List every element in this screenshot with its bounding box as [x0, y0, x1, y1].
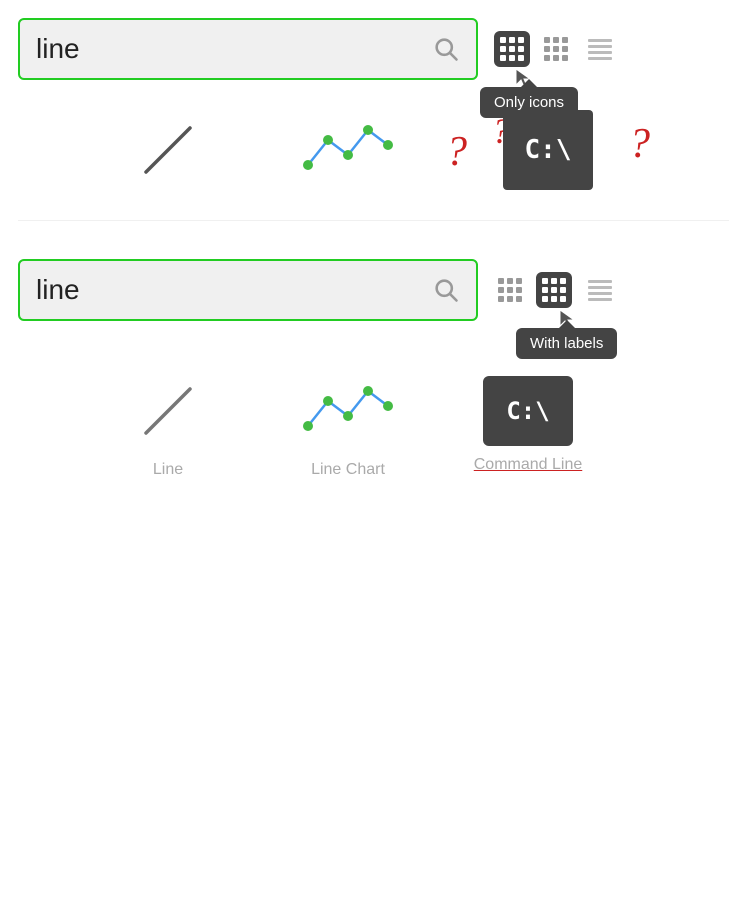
grid-icon-medium-2 — [542, 278, 566, 302]
line-icon-1 — [128, 110, 208, 190]
grid-icon-dense — [500, 37, 524, 61]
list-icon-1 — [586, 35, 614, 63]
with-labels-btn-wrapper: With labels — [536, 272, 572, 308]
search-row-1: Only icons — [18, 18, 729, 80]
grid-icon-dense-2 — [498, 278, 522, 302]
icons-only-btn-wrapper: Only icons — [494, 31, 530, 67]
cmd-label: Command Line — [474, 456, 583, 474]
tooltip-with-labels: With labels — [516, 328, 617, 359]
cmd-box-1: C:\ — [503, 110, 593, 190]
cmd-box-2: C:\ — [483, 376, 573, 446]
line-chart-icon-1 — [298, 110, 398, 190]
search-box-2[interactable] — [18, 259, 478, 321]
section-divider — [18, 220, 729, 221]
line-icon-2 — [128, 371, 208, 451]
search-icon-1 — [432, 35, 460, 63]
list-icon-2 — [586, 276, 614, 304]
line-chart-icon-2 — [298, 371, 398, 451]
icons-grid-2: Line Line Chart C:\ Command Line — [18, 371, 729, 479]
with-labels-btn-1[interactable] — [540, 33, 572, 65]
with-labels-btn-2[interactable] — [536, 272, 572, 308]
search-input-1[interactable] — [36, 33, 432, 65]
icons-only-btn-2[interactable] — [494, 274, 526, 306]
question-right-1: ? — [629, 120, 650, 168]
icon-cell-linechart-1[interactable] — [258, 110, 438, 190]
line-label: Line — [153, 461, 183, 479]
list-view-btn-1[interactable] — [582, 31, 618, 67]
icons-grid-1: ? ? C:\ ? — [18, 110, 729, 190]
icon-cell-line-1[interactable] — [78, 110, 258, 190]
search-box-1[interactable] — [18, 18, 478, 80]
search-input-2[interactable] — [36, 274, 432, 306]
section-1: Only icons — [0, 0, 747, 220]
view-options-2: With labels — [494, 272, 618, 308]
icon-cell-mystery-1[interactable]: ? ? C:\ ? — [438, 110, 658, 190]
search-row-2: With labels — [18, 259, 729, 321]
list-view-btn-2[interactable] — [582, 272, 618, 308]
tooltip-only-icons: Only icons — [480, 87, 578, 118]
icon-cell-cmd-2[interactable]: C:\ Command Line — [438, 376, 618, 474]
icon-cell-line-2[interactable]: Line — [78, 371, 258, 479]
linechart-label: Line Chart — [311, 461, 385, 479]
icon-cell-linechart-2[interactable]: Line Chart — [258, 371, 438, 479]
search-icon-2 — [432, 276, 460, 304]
grid-icon-medium — [544, 37, 568, 61]
icons-only-btn[interactable] — [494, 31, 530, 67]
question-left-1: ? — [446, 128, 467, 176]
section-2: With labels Line — [0, 241, 747, 509]
view-options-1: Only icons — [494, 31, 618, 67]
